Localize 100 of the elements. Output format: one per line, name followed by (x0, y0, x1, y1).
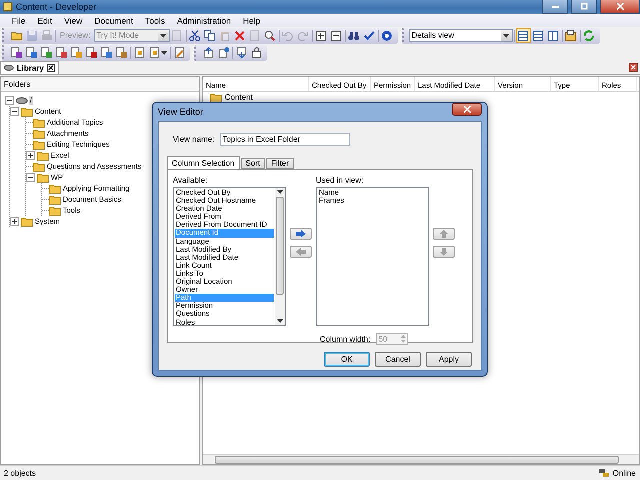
toolbar-button[interactable] (564, 28, 579, 43)
page-icon (171, 30, 184, 42)
close-pane-icon[interactable] (629, 63, 638, 72)
minus-icon (12, 109, 17, 114)
delete-icon (234, 30, 246, 42)
folder-icon (21, 216, 33, 226)
close-icon (616, 3, 624, 10)
spin-arrows-icon (400, 334, 407, 344)
caret-icon (160, 34, 167, 38)
folder-icon (49, 184, 61, 194)
view-button[interactable] (546, 28, 561, 43)
dialog-title: View Editor (158, 107, 204, 117)
add-button[interactable] (290, 228, 312, 240)
menu-item[interactable]: Edit (32, 16, 58, 26)
network-icon (598, 468, 610, 478)
view-dropdown[interactable]: Details view (408, 29, 513, 42)
toolbar-button[interactable] (202, 28, 218, 43)
dialog-tab[interactable]: Column Selection (167, 156, 240, 169)
folder-icon (37, 150, 49, 160)
view-button[interactable] (530, 28, 546, 43)
magnifier-icon (264, 30, 276, 42)
folder-icon (33, 162, 45, 172)
minimize-button[interactable] (542, 0, 568, 14)
columns-view-icon (547, 30, 560, 42)
copy-icon (204, 30, 216, 42)
menu-item[interactable]: Tools (139, 16, 172, 26)
caret-icon (276, 319, 284, 323)
refresh-icon (583, 30, 596, 42)
menu-item[interactable]: Administration (171, 16, 238, 26)
expand-toggle[interactable] (5, 96, 14, 105)
menu-item[interactable]: File (6, 16, 32, 26)
caret-icon (276, 190, 284, 194)
close-button[interactable] (600, 0, 640, 14)
left-arrow-icon (296, 248, 306, 256)
close-icon (464, 106, 470, 113)
folder-icon (33, 128, 45, 138)
expand-toggle[interactable] (26, 151, 35, 160)
lock-icon (250, 46, 262, 58)
collapse-icon (330, 30, 342, 42)
open-folder-icon (10, 30, 22, 42)
toolbar-button[interactable] (328, 28, 344, 43)
query-document-icon (134, 46, 146, 58)
close-icon[interactable] (47, 64, 56, 72)
dialog-button[interactable]: OK (324, 352, 370, 367)
properties-icon (565, 30, 578, 42)
dialog-button[interactable]: Cancel (375, 352, 421, 367)
details-view-icon (517, 30, 530, 42)
field-label: Column width: (320, 334, 371, 344)
list-label: Used in view: (316, 176, 365, 185)
menu-item[interactable]: View (58, 16, 89, 26)
toolbar-button[interactable] (188, 28, 203, 43)
pane-title: Folders (1, 77, 199, 92)
down-arrow-icon (440, 248, 448, 256)
folder-icon (21, 106, 33, 116)
expand-toggle[interactable] (10, 107, 19, 116)
view-button[interactable] (516, 28, 531, 43)
window-title: Content - Developer (16, 2, 98, 12)
minus-icon (7, 98, 12, 103)
toolbar-button[interactable] (262, 28, 278, 43)
drive-icon (16, 96, 28, 104)
dialog-button[interactable]: Apply (426, 352, 472, 367)
list-label: Available: (173, 176, 209, 185)
maximize-button[interactable] (571, 0, 597, 14)
horizontal-scrollbar[interactable] (203, 454, 639, 464)
right-arrow-icon (296, 230, 306, 238)
object-count: 2 objects (4, 468, 36, 478)
menu-item[interactable]: Help (237, 16, 267, 26)
toolbar-button[interactable] (380, 28, 395, 43)
menu-item[interactable]: Document (88, 16, 140, 26)
item-name[interactable]: Content (225, 93, 254, 102)
download-icon (236, 46, 248, 58)
sync-icon (218, 46, 230, 58)
folder-icon (49, 194, 61, 204)
dialog-tab[interactable]: Filter (266, 158, 294, 169)
drive-icon (4, 65, 14, 71)
folder-icon (37, 172, 49, 182)
preview-label: Preview: (59, 31, 92, 40)
expand-toggle[interactable] (26, 173, 35, 182)
view-name-field[interactable]: Topics in Excel Folder (220, 133, 350, 146)
help-icon (381, 30, 394, 42)
up-arrow-icon (440, 230, 448, 238)
dialog-tab[interactable]: Sort (240, 158, 266, 169)
clipboard-icon (219, 30, 232, 42)
expand-toggle[interactable] (10, 217, 19, 226)
printer-icon (40, 30, 52, 42)
scissors-icon (189, 30, 202, 42)
library-tab[interactable]: Library (0, 61, 60, 74)
query-document-icon (148, 46, 160, 58)
caret-icon (502, 34, 510, 38)
vertical-scrollbar[interactable] (275, 188, 285, 325)
undo-icon (282, 30, 294, 42)
close-button[interactable] (452, 103, 482, 116)
minus-icon (28, 175, 33, 180)
app-icon (3, 2, 13, 12)
save-icon (26, 30, 38, 42)
field-label: View name: (173, 135, 215, 144)
toolbar-button[interactable] (314, 28, 329, 43)
rows-view-icon (532, 30, 544, 42)
connection-status: Online (612, 468, 636, 478)
edit-document-icon (174, 46, 186, 58)
